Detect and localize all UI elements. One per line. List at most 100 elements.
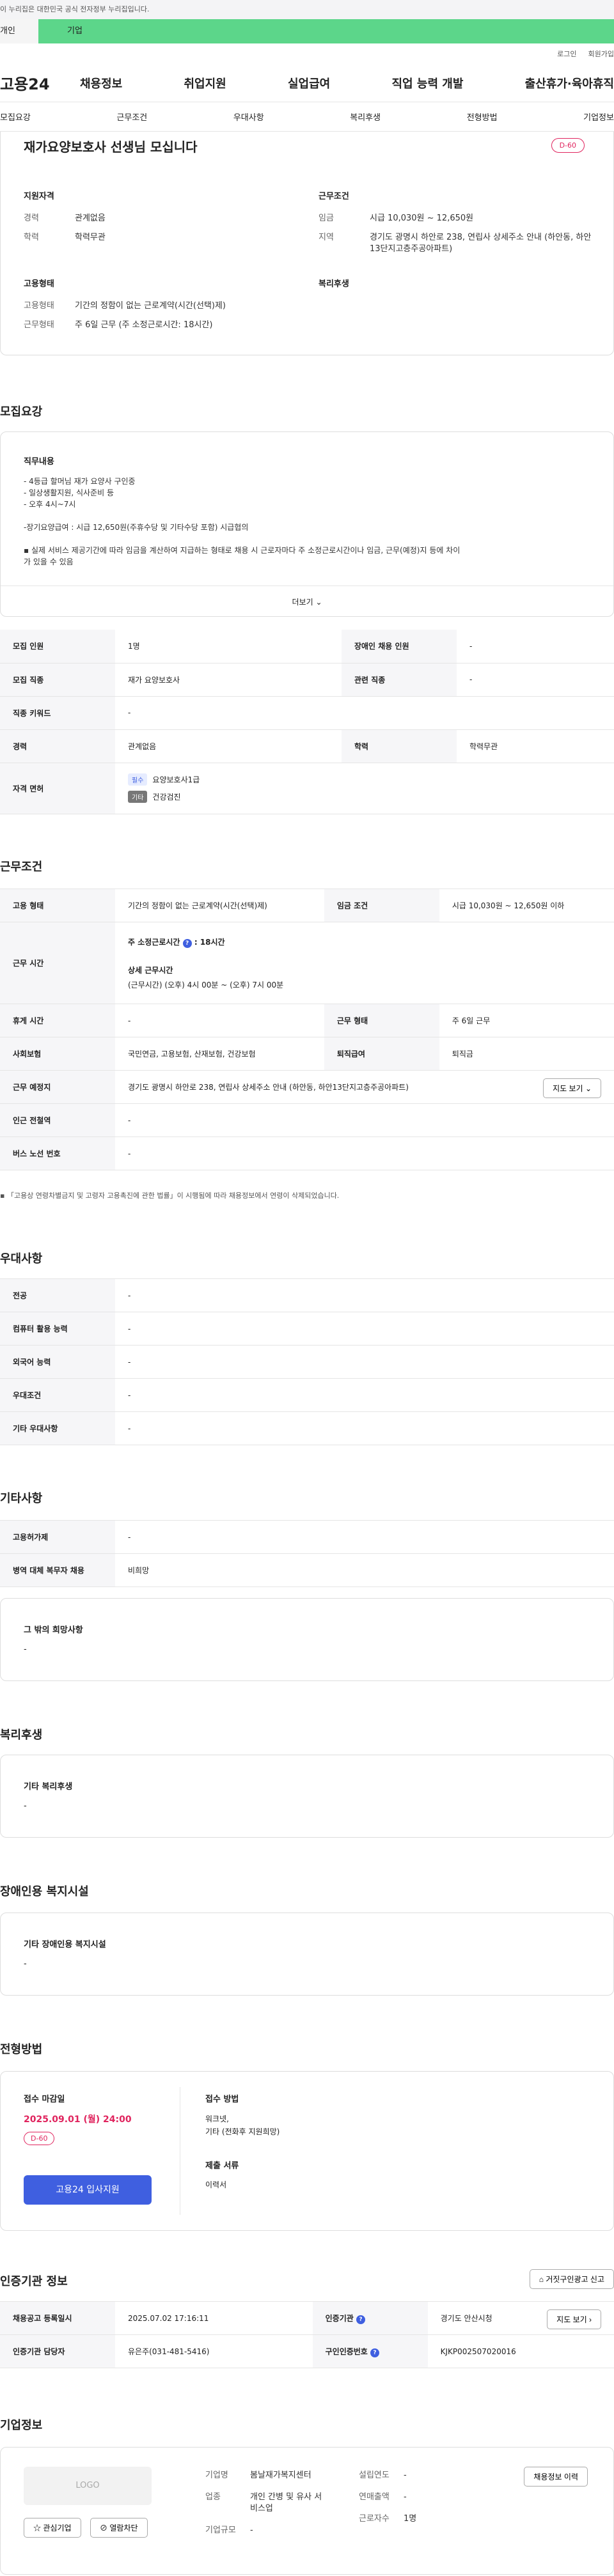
gnb-menu: 채용정보 취업지원 실업급여 직업 능력 개발 출산휴가·육아휴직 xyxy=(80,75,614,91)
apply-button[interactable]: 고용24 입사지원 xyxy=(24,2175,152,2205)
submit-docs: 이력서 xyxy=(205,2180,227,2189)
age-law-note: ▪ 「고용상 연령차별금지 및 고령자 고용촉진에 관한 법률」이 시행됨에 따… xyxy=(0,1191,340,1200)
table-row: 모집 직종 재가 요양보호사 관련 직종 - xyxy=(0,663,614,697)
cert-map-button[interactable]: 지도 보기 › xyxy=(547,2309,601,2329)
welfare-block: 복리후생 xyxy=(319,277,601,339)
qual-career: 경력 관계없음 xyxy=(24,213,106,223)
pref-title: 우대사항 xyxy=(0,1252,43,1266)
conditions-block: 근무조건 임금 시급 10,030원 ~ 12,650원 지역 경기도 광명시 하안… xyxy=(319,189,601,263)
chevron-down-icon: ⌄ xyxy=(315,598,322,607)
table-row: 고용 형태 기간의 정함이 없는 근로계약(시간(선택)제) 임금 조건 시급 10… xyxy=(0,888,614,922)
chevron-down-icon: ⌄ xyxy=(585,1084,592,1093)
tab-individual[interactable]: 개인 xyxy=(0,19,38,43)
signup-link[interactable]: 회원가입 xyxy=(588,49,614,59)
table-row: 외국어 능력 - xyxy=(0,1345,614,1379)
company-fields: 기업명 봄날재가복지센터 업종 개인 간병 및 유사 서비스업 기업규모 - xyxy=(205,2471,322,2535)
gnb-item-jobs[interactable]: 채용정보 xyxy=(80,75,122,91)
utility-links: 로그인 회원가입 xyxy=(0,43,614,64)
table-row: 휴게 시간 - 근무 형태 주 6일 근무 xyxy=(0,1004,614,1037)
chevron-right-icon: › xyxy=(589,2315,592,2324)
duty-card: 직무내용 - 4등급 할머님 재가 요양사 구인중 - 일상생활지원, 식사준비… xyxy=(0,431,614,617)
info-icon[interactable]: ? xyxy=(370,2348,380,2357)
table-row: 사회보험 국민연금, 고용보험, 산재보험, 건강보험 퇴직급여 퇴직금 xyxy=(0,1037,614,1071)
qualification-head: 지원자격 xyxy=(24,192,54,201)
table-row: 고용허가제 - xyxy=(0,1520,614,1554)
employment-block: 고용형태 고용형태 기간의 정함이 없는 근로계약(시간(선택)제) 근무형태 주 … xyxy=(24,277,306,339)
gnb-item-job-training[interactable]: 직업 능력 개발 xyxy=(392,75,464,91)
report-fake-ad-button[interactable]: ⌂ 거짓구인광고 신고 xyxy=(529,2269,614,2289)
emp-type: 고용형태 기간의 정함이 없는 근로계약(시간(선택)제) xyxy=(24,301,226,311)
selection-card: 접수 마감일 2025.09.01 (월) 24:00 D-60 고용24 입사… xyxy=(0,2071,614,2231)
login-link[interactable]: 로그인 xyxy=(557,49,576,59)
company-title: 기업정보 xyxy=(0,2419,43,2432)
summary-grid: 지원자격 경력 관계없음 학력 학력무관 근무조건 임금 시급 10,030원 ~ 1… xyxy=(24,189,601,339)
info-icon[interactable]: ? xyxy=(356,2315,365,2324)
block-view-button[interactable]: ⊘ 열람차단 xyxy=(90,2518,148,2538)
disabled-card: 기타 장애인용 복지시설 - xyxy=(0,1913,614,1996)
duty-head: 직무내용 xyxy=(24,457,54,467)
table-row: 인증기관 담당자 유은주(031-481-5416) 구인인증번호 ? KJKP0… xyxy=(0,2334,614,2368)
dday-badge: D-60 xyxy=(551,138,585,153)
table-row: 전공 - xyxy=(0,1278,614,1312)
recruit-table: 모집 인원 1명 장애인 채용 인원 - 모집 직종 재가 요양보호사 관련 직종 - … xyxy=(0,630,614,814)
weekly-hours: 주 소정근로시간 ? : 18시간 xyxy=(128,937,225,948)
cond-region: 지역 경기도 광명시 하안로 238, 연립사 상세주소 안내 (하안동, 하안1… xyxy=(319,233,592,254)
home-icon: ⌂ xyxy=(539,2275,544,2284)
global-nav: 고용24 채용정보 취업지원 실업급여 직업 능력 개발 출산휴가·육아휴직 xyxy=(0,64,614,102)
subnav-selection[interactable]: 전형방법 xyxy=(467,111,498,123)
subnav-preferences[interactable]: 우대사항 xyxy=(233,111,264,123)
job-title: 재가요양보호사 선생님 모십니다 xyxy=(24,139,198,155)
selection-title: 전형방법 xyxy=(0,2043,43,2056)
table-row: 컴퓨터 활용 능력 - xyxy=(0,1312,614,1346)
recruit-title: 모집요강 xyxy=(0,405,43,419)
cond-wage: 임금 시급 10,030원 ~ 12,650원 xyxy=(319,213,474,223)
disabled-title: 장애인용 복지시설 xyxy=(0,1885,89,1898)
employment-head: 고용형태 xyxy=(24,279,54,289)
table-row: 우대조건 - xyxy=(0,1378,614,1412)
welfare-card: 기타 복리후생 - xyxy=(0,1755,614,1838)
user-type-tabs: 개인 기업 xyxy=(0,19,614,43)
map-button[interactable]: 지도 보기 ⌄ xyxy=(543,1078,601,1098)
etc-table: 고용허가제 - 병역 대체 복무자 채용 비희망 xyxy=(0,1520,614,1587)
subnav-recruit[interactable]: 모집요강 xyxy=(0,111,31,123)
subnav-work-conditions[interactable]: 근무조건 xyxy=(116,111,147,123)
dday-badge: D-60 xyxy=(24,2132,55,2145)
subnav-welfare[interactable]: 복리후생 xyxy=(350,111,381,123)
gnb-item-parental-leave[interactable]: 출산휴가·육아휴직 xyxy=(525,75,614,91)
more-button[interactable]: 더보기 ⌄ xyxy=(1,586,613,617)
gnb-item-unemployment-benefit[interactable]: 실업급여 xyxy=(288,75,330,91)
work-title: 근무조건 xyxy=(0,860,43,874)
table-row: 경력 관계없음 학력 학력무관 xyxy=(0,729,614,763)
duty-content: - 4등급 할머님 재가 요양사 구인중 - 일상생활지원, 식사준비 등 - … xyxy=(24,477,460,566)
table-row: 병역 대체 복무자 채용 비희망 xyxy=(0,1553,614,1587)
block-icon: ⊘ xyxy=(100,2524,108,2533)
qual-education: 학력 학력무관 xyxy=(24,233,106,242)
emp-shift: 근무형태 주 6일 근무 (주 소정근로시간: 18시간) xyxy=(24,320,213,330)
table-row: 인근 전철역 - xyxy=(0,1103,614,1137)
work-table: 고용 형태 기간의 정함이 없는 근로계약(시간(선택)제) 임금 조건 시급 10… xyxy=(0,888,614,1170)
company-fields-2: 설립연도 - 연매출액 - 근로자수 1명 xyxy=(359,2471,417,2524)
info-icon[interactable]: ? xyxy=(182,938,192,948)
table-row: 채용공고 등록일시 2025.07.02 17:16:11 인증기관 ? 경기도 … xyxy=(0,2301,614,2335)
site-logo[interactable]: 고용24 xyxy=(0,72,80,94)
license-other: 기타 건강검진 xyxy=(128,791,601,803)
etc-title: 기타사항 xyxy=(0,1492,43,1505)
welfare-head: 복리후생 xyxy=(319,279,349,289)
welfare-title: 복리후생 xyxy=(0,1728,43,1742)
gov-banner: 이 누리집은 대한민국 공식 전자정부 누리집입니다. xyxy=(0,0,614,19)
pref-table: 전공 - 컴퓨터 활용 능력 - 외국어 능력 - 우대조건 - 기타 우대사항 - xyxy=(0,1278,614,1445)
conditions-head: 근무조건 xyxy=(319,192,349,201)
table-row: 모집 인원 1명 장애인 채용 인원 - xyxy=(0,630,614,663)
other-wishes-card: 그 밖의 희망사항 - xyxy=(0,1598,614,1681)
license-required: 필수 요양보호사1급 xyxy=(128,773,601,786)
hiring-history-button[interactable]: 채용정보 이력 xyxy=(524,2467,588,2487)
gnb-item-employment-support[interactable]: 취업지원 xyxy=(184,75,226,91)
deadline-date: 2025.09.01 (월) 24:00 xyxy=(24,2114,132,2125)
section-subnav: 모집요강 근무조건 우대사항 복리후생 전형방법 기업정보 xyxy=(0,102,614,132)
qualification-block: 지원자격 경력 관계없음 학력 학력무관 xyxy=(24,189,306,263)
table-row: 기타 우대사항 - xyxy=(0,1411,614,1445)
tab-corporate[interactable]: 기업 xyxy=(38,19,614,43)
interest-company-button[interactable]: ☆ 관심기업 xyxy=(24,2518,81,2538)
subnav-company[interactable]: 기업정보 xyxy=(583,111,614,123)
star-icon: ☆ xyxy=(33,2524,42,2533)
